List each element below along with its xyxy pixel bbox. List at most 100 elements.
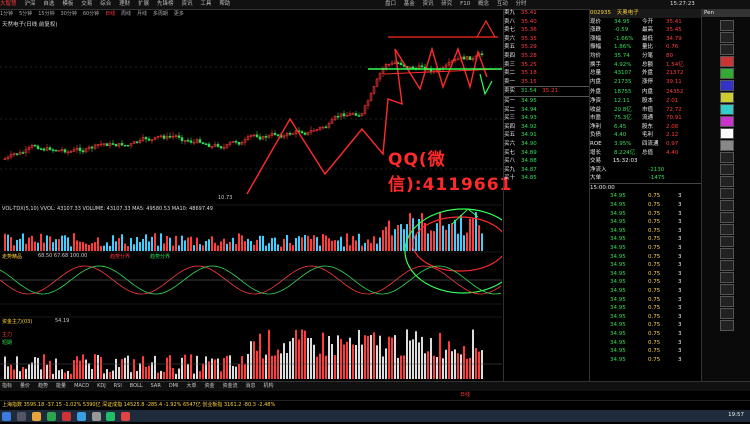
drawing-tool-button[interactable] bbox=[719, 284, 734, 295]
sell-row[interactable]: 卖三 35.25 bbox=[504, 61, 590, 70]
timeframe-30m[interactable]: 30分钟 bbox=[61, 10, 77, 17]
bottom-tab[interactable]: 大单 bbox=[186, 383, 196, 389]
drawing-tool-button[interactable] bbox=[719, 68, 734, 79]
drawing-tool-button[interactable] bbox=[719, 176, 734, 187]
tab[interactable]: 研究 bbox=[441, 0, 452, 9]
menu-item[interactable]: 理财 bbox=[119, 0, 130, 9]
timeframe-60m[interactable]: 60分钟 bbox=[83, 10, 99, 17]
tab[interactable]: 概念 bbox=[478, 0, 489, 9]
drawing-tool-button[interactable] bbox=[719, 188, 734, 199]
app-icon[interactable] bbox=[121, 411, 131, 421]
buy-row[interactable]: 买六 34.90 bbox=[504, 140, 590, 149]
wechat-icon[interactable] bbox=[106, 411, 116, 421]
timeframe-1m[interactable]: 1分钟 bbox=[0, 10, 13, 17]
menu-item[interactable]: 综合 bbox=[100, 0, 111, 9]
menu-item[interactable]: 扩展 bbox=[138, 0, 149, 9]
sell-row[interactable]: 卖八 35.40 bbox=[504, 18, 590, 27]
buy-row[interactable]: 买九 34.87 bbox=[504, 166, 590, 175]
app-icon[interactable] bbox=[46, 411, 56, 421]
drawing-tool-button[interactable] bbox=[719, 248, 734, 259]
tab[interactable]: 资讯 bbox=[423, 0, 434, 9]
drawing-tool-button[interactable] bbox=[719, 296, 734, 307]
menu-item[interactable]: 交易 bbox=[81, 0, 92, 9]
timeframe-day[interactable]: 日线 bbox=[105, 10, 115, 17]
drawing-tool-button[interactable] bbox=[719, 128, 734, 139]
timeframe-multi[interactable]: 多周期 bbox=[153, 10, 168, 17]
bottom-tab[interactable]: RSI bbox=[114, 383, 122, 389]
drawing-tool-button[interactable] bbox=[719, 320, 734, 331]
menu-item[interactable]: 自选 bbox=[43, 0, 54, 9]
drawing-tool-button[interactable] bbox=[719, 92, 734, 103]
buy-row[interactable]: 买四 34.92 bbox=[504, 123, 590, 132]
drawing-tool-button[interactable] bbox=[719, 164, 734, 175]
drawing-tool-button[interactable] bbox=[719, 152, 734, 163]
bottom-tab[interactable]: 指标 bbox=[2, 383, 12, 389]
app-icon[interactable] bbox=[91, 411, 101, 421]
sell-row[interactable]: 卖九 35.41 bbox=[504, 9, 590, 18]
drawing-tool-button[interactable] bbox=[719, 200, 734, 211]
folder-icon[interactable] bbox=[31, 411, 41, 421]
bottom-tab[interactable]: 消息 bbox=[246, 383, 256, 389]
buy-row[interactable]: 买五 34.91 bbox=[504, 131, 590, 140]
buy-row[interactable]: 买一 34.95 bbox=[504, 97, 590, 106]
tab[interactable]: 盘口 bbox=[385, 0, 396, 9]
browser-icon[interactable] bbox=[76, 411, 86, 421]
buy-row[interactable]: 买三 34.93 bbox=[504, 114, 590, 123]
buy-row[interactable]: 买八 34.88 bbox=[504, 157, 590, 166]
drawing-tool-button[interactable] bbox=[719, 80, 734, 91]
drawing-tool-button[interactable] bbox=[719, 272, 734, 283]
menu-item[interactable]: 大智慧 bbox=[0, 0, 17, 9]
drawing-tool-button[interactable] bbox=[719, 140, 734, 151]
bottom-tab[interactable]: 资金 bbox=[204, 383, 214, 389]
menu-item[interactable]: 沪深 bbox=[24, 0, 35, 9]
sell-row[interactable]: 卖一 35.15 bbox=[504, 78, 590, 87]
menu-item[interactable]: 先锋榜 bbox=[157, 0, 174, 9]
bottom-tab[interactable]: 趋势 bbox=[38, 383, 48, 389]
drawing-tool-button[interactable] bbox=[719, 20, 734, 31]
drawing-tool-button[interactable] bbox=[719, 44, 734, 55]
start-icon[interactable] bbox=[2, 411, 11, 421]
search-icon[interactable] bbox=[16, 411, 26, 421]
menu-item[interactable]: 工具 bbox=[200, 0, 211, 9]
tab[interactable]: F10 bbox=[460, 0, 470, 9]
kline-svg[interactable] bbox=[0, 19, 522, 381]
drawing-tool-button[interactable] bbox=[719, 56, 734, 67]
tab[interactable]: 分时 bbox=[516, 0, 527, 9]
buy-row[interactable]: 买二 34.94 bbox=[504, 106, 590, 115]
drawing-tool-button[interactable] bbox=[719, 224, 734, 235]
app-icon[interactable] bbox=[61, 411, 71, 421]
bottom-tab[interactable]: 资金流 bbox=[223, 383, 238, 389]
drawing-tool-button[interactable] bbox=[719, 308, 734, 319]
bottom-tab[interactable]: 量价 bbox=[20, 383, 30, 389]
bottom-tab[interactable]: MACD bbox=[74, 383, 89, 389]
timeframe-15m[interactable]: 15分钟 bbox=[38, 10, 54, 17]
timeframe-month[interactable]: 月线 bbox=[137, 10, 147, 17]
tab[interactable]: 互动 bbox=[497, 0, 508, 9]
bottom-tab[interactable]: 能量 bbox=[56, 383, 66, 389]
menu-item[interactable]: 资讯 bbox=[181, 0, 192, 9]
menu-item[interactable]: 模板 bbox=[62, 0, 73, 9]
timeframe-week[interactable]: 周线 bbox=[121, 10, 131, 17]
drawing-tool-button[interactable] bbox=[719, 236, 734, 247]
bottom-tab[interactable]: 机构 bbox=[264, 383, 274, 389]
timeframe-5m[interactable]: 5分钟 bbox=[19, 10, 32, 17]
bottom-tab[interactable]: DMI bbox=[169, 383, 179, 389]
timeframe-more[interactable]: 更多 bbox=[174, 10, 184, 17]
drawing-tool-button[interactable] bbox=[719, 104, 734, 115]
sell-row[interactable]: 卖二 35.18 bbox=[504, 69, 590, 78]
bottom-tab[interactable]: KDJ bbox=[97, 383, 106, 389]
drawing-tool-button[interactable] bbox=[719, 260, 734, 271]
bottom-tab[interactable]: BOLL bbox=[130, 383, 143, 389]
drawing-tool-button[interactable] bbox=[719, 32, 734, 43]
buy-row[interactable]: 买七 34.89 bbox=[504, 149, 590, 158]
drawing-tool-button[interactable] bbox=[719, 212, 734, 223]
sell-row[interactable]: 卖五 35.29 bbox=[504, 43, 590, 52]
buy-row[interactable]: 买十 34.85 bbox=[504, 174, 590, 183]
menu-item[interactable]: 帮助 bbox=[219, 0, 230, 9]
sell-row[interactable]: 卖七 35.36 bbox=[504, 26, 590, 35]
drawing-tool-button[interactable] bbox=[719, 116, 734, 127]
sell-row[interactable]: 卖四 35.28 bbox=[504, 52, 590, 61]
sell-row[interactable]: 卖六 35.35 bbox=[504, 35, 590, 44]
tab[interactable]: 基金 bbox=[404, 0, 415, 9]
kline-chart-area[interactable]: 天然电子(日线 前复权) 10.73 VOL-TDX(5,10) VVOL: 4… bbox=[0, 19, 522, 381]
